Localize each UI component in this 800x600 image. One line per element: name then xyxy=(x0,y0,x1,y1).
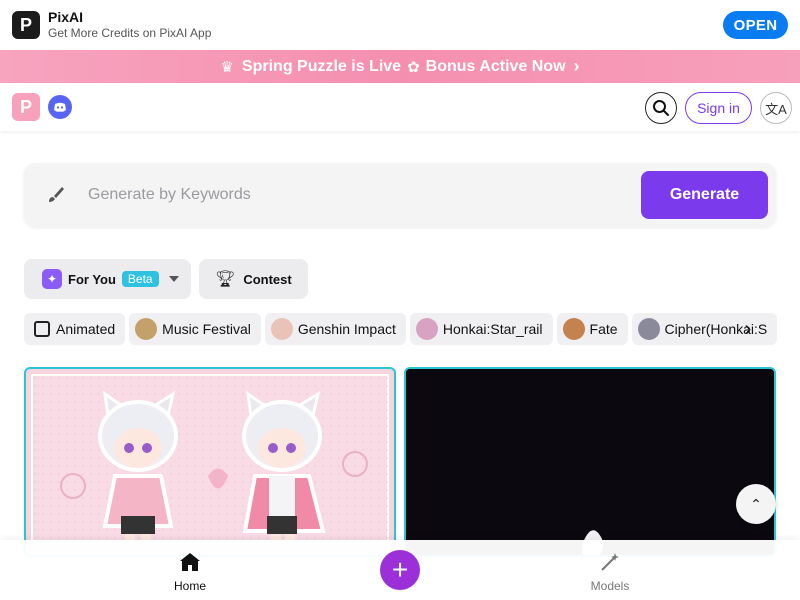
app-banner-text: PixAI Get More Credits on PixAI App xyxy=(48,9,211,41)
generate-button[interactable]: Generate xyxy=(641,171,768,219)
search-icon xyxy=(653,100,669,116)
chip-label: Animated xyxy=(56,321,116,337)
beta-badge: Beta xyxy=(121,271,159,287)
tab-for-you-label: For You xyxy=(68,271,116,287)
caret-down-icon[interactable] xyxy=(168,276,179,282)
tab-for-you[interactable]: ✦ For You Beta xyxy=(24,259,191,299)
chevron-right-icon[interactable]: › xyxy=(736,317,760,341)
discord-icon[interactable] xyxy=(48,95,72,119)
chip-thumbnail xyxy=(270,318,293,340)
chip-label: Genshin Impact xyxy=(297,321,396,337)
app-subtitle: Get More Credits on PixAI App xyxy=(48,26,212,40)
tab-contest[interactable]: 🏆︎ Contest xyxy=(199,259,308,299)
bottom-nav: Home + Models xyxy=(0,540,800,600)
search-button[interactable] xyxy=(645,92,677,124)
chip-animated[interactable]: Animated xyxy=(24,313,126,345)
chibi-artwork xyxy=(33,376,393,555)
scroll-to-top-button[interactable]: ⌃ xyxy=(736,484,776,524)
chip-fate[interactable]: Fate xyxy=(556,313,628,345)
home-icon xyxy=(180,553,200,571)
chip-thumbnail xyxy=(135,318,158,340)
artwork-card[interactable] xyxy=(24,367,396,557)
chip-label: Fate xyxy=(589,321,618,337)
page: P PixAI Get More Credits on PixAI App OP… xyxy=(0,0,800,600)
promo-text-1: Spring Puzzle is Live xyxy=(241,57,402,75)
translate-icon: 文A xyxy=(765,101,787,117)
chip-label: Honkai:Star_rail xyxy=(442,321,543,337)
chip-genshin-impact[interactable]: Genshin Impact xyxy=(264,313,406,345)
chip-music-festival[interactable]: Music Festival xyxy=(129,313,261,345)
promo-banner[interactable]: ♛ Spring Puzzle is Live ✿ Bonus Active N… xyxy=(0,50,800,83)
plus-icon: + xyxy=(391,554,409,585)
chevron-right-icon: › xyxy=(573,56,580,76)
chip-label: Music Festival xyxy=(162,321,251,337)
magic-wand-icon xyxy=(601,553,619,571)
category-chips: Animated Music Festival Genshin Impact H… xyxy=(24,313,800,345)
flower-icon: ✿ xyxy=(407,58,420,76)
dark-artwork xyxy=(406,369,774,555)
app-name: PixAI xyxy=(48,9,84,25)
create-button[interactable]: + xyxy=(380,550,420,590)
nav-models-label: Models xyxy=(590,579,630,593)
open-app-button[interactable]: OPEN xyxy=(723,11,788,39)
chevron-up-icon: ⌃ xyxy=(750,495,762,512)
animated-icon xyxy=(34,321,50,337)
artwork-image xyxy=(31,374,393,555)
app-install-banner: P PixAI Get More Credits on PixAI App OP… xyxy=(0,0,800,50)
generate-bar: Generate xyxy=(24,163,776,227)
nav-home[interactable]: Home xyxy=(160,552,220,593)
keyword-input[interactable] xyxy=(88,179,628,211)
trophy-icon: 🏆︎ xyxy=(215,271,236,288)
nav-home-label: Home xyxy=(173,579,206,593)
chip-honkai-star-rail[interactable]: Honkai:Star_rail xyxy=(409,313,553,345)
pixai-logo[interactable]: P xyxy=(12,93,40,121)
promo-text-2: Bonus Active Now xyxy=(425,57,566,75)
brush-icon xyxy=(49,187,64,202)
nav-models[interactable]: Models xyxy=(580,552,640,593)
crown-icon: ♛ xyxy=(220,58,234,76)
top-nav: P Sign in 文A xyxy=(0,83,800,131)
pixai-app-logo: P xyxy=(12,11,40,39)
sparkle-icon: ✦ xyxy=(42,269,62,289)
artwork-card[interactable] xyxy=(404,367,776,557)
chip-thumbnail xyxy=(415,318,438,340)
tab-contest-label: Contest xyxy=(243,271,292,287)
chip-thumbnail xyxy=(562,318,585,340)
chip-thumbnail xyxy=(637,318,660,340)
sign-in-button[interactable]: Sign in xyxy=(685,92,752,124)
language-button[interactable]: 文A xyxy=(760,92,792,124)
